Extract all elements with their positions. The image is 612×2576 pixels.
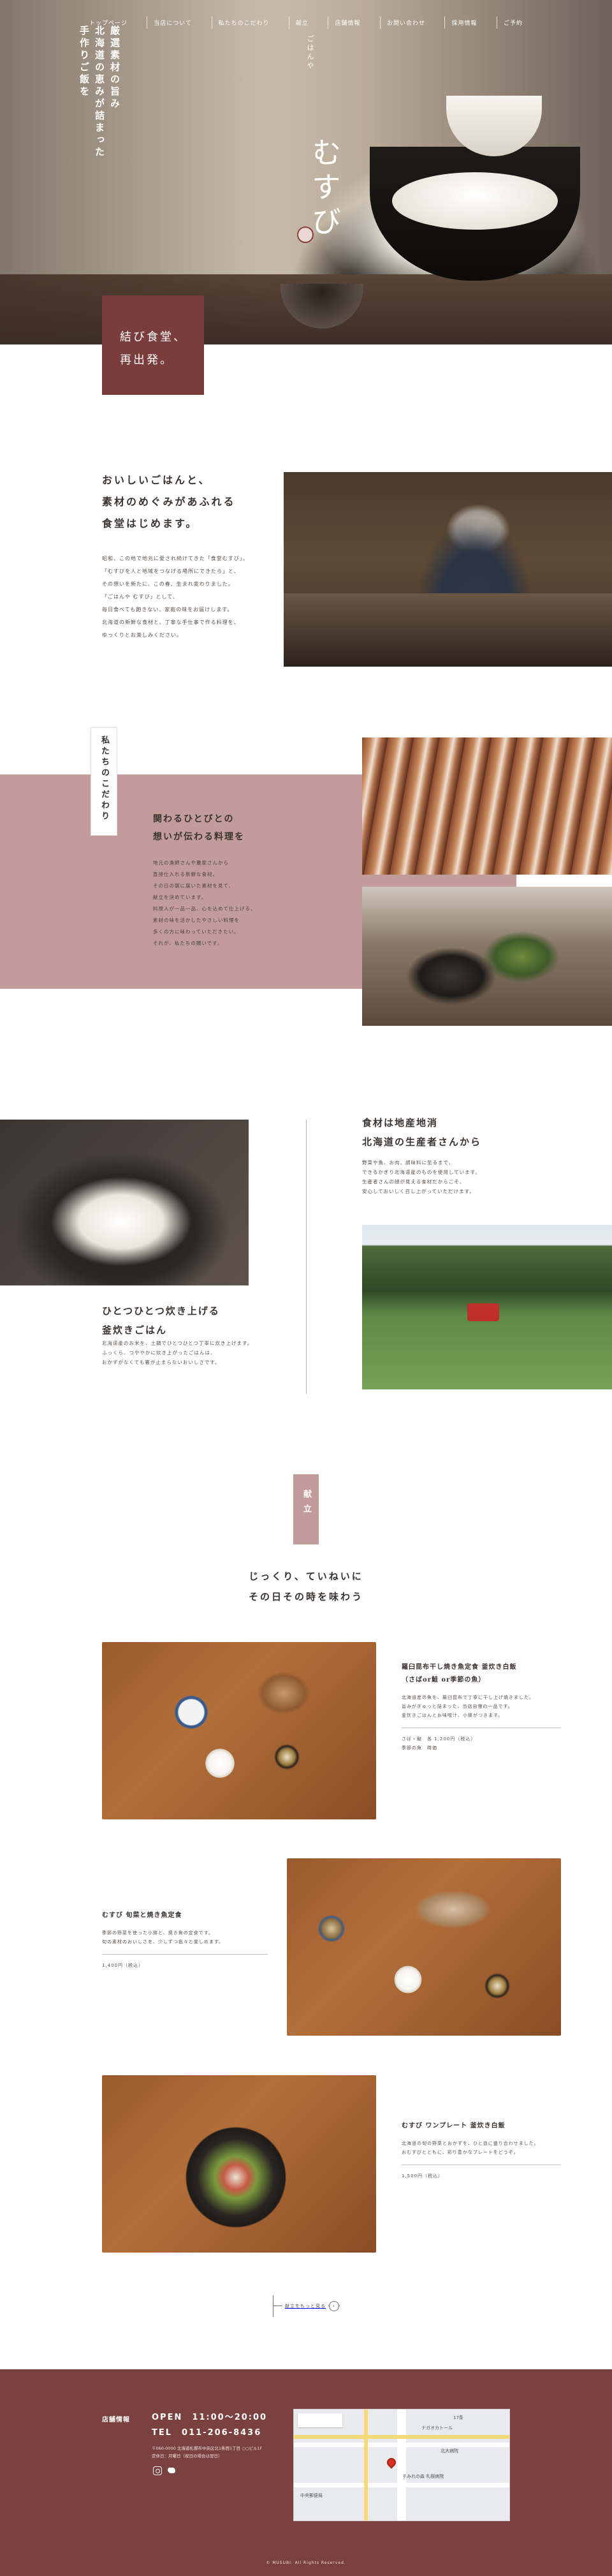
nav-item-shop[interactable]: 店舗情報	[328, 16, 367, 29]
twitter-icon[interactable]	[167, 2466, 176, 2475]
logo-furigana: ごはんや	[306, 35, 314, 71]
menu-name: むすび 旬菜と焼き魚定食	[102, 1912, 182, 1919]
menu-photo-2	[287, 1858, 561, 2036]
kondate-section-label: 献立	[293, 1474, 319, 1544]
more-menu-label: 献立をもっと見る	[282, 2303, 328, 2309]
nav-item-kodawari[interactable]: 私たちのこだわり	[211, 16, 276, 29]
nav-item-contact[interactable]: お問い合わせ	[379, 16, 432, 29]
footer-title: 店舗情報	[102, 2417, 130, 2424]
kodawari-title: 関わるひとびとの 想いが伝わる料理を	[153, 814, 245, 842]
menu-item-1: 羅臼昆布干し焼き魚定食 釜炊き白飯 （さばor鮭 or季節の魚） 北海道産の魚を…	[402, 1661, 561, 1752]
map-label: 中央郵便局	[300, 2493, 323, 2498]
menu-price: 1,500円（税込）	[402, 2173, 444, 2179]
menu-description: 季節の野菜を使った小鉢と、焼き魚の定食です。 旬の素材のおいしさを、少しずつ色々…	[102, 1930, 224, 1944]
kondate-lead: じっくり、ていねいに その日その時を味わう	[248, 1571, 363, 1603]
menu-item-3: むすび ワンプレート 釜炊き白飯 北海道の旬の野菜とおかずを、ひと皿に盛り合わせ…	[402, 2120, 561, 2180]
menu-description: 北海道の旬の野菜とおかずを、ひと皿に盛り合わせました。 おむすびとともに、彩り豊…	[402, 2141, 539, 2155]
local-body: 野菜や魚、お肉、調味料に至るまで、 できるかぎり北海道産のものを使用しています。…	[362, 1160, 481, 1194]
intro-body: 昭和、この地で地元に愛され続けてきた「食堂むすび」。 「むすびを人と地域をつなげ…	[102, 556, 249, 638]
global-nav: トップページ 当店について 私たちのこだわり 献立 店舗情報 お問い合わせ 採用…	[83, 15, 529, 29]
footer: 店舗情報 OPEN 11:00〜20:00 TEL 011-206-8436 〒…	[0, 2369, 612, 2576]
donabe-title: ひとつひとつ炊き上げる 釜炊きごはん	[102, 1305, 220, 1336]
menu-divider	[102, 1954, 268, 1955]
map-label: ナガオカトール	[421, 2425, 453, 2431]
menu-photo-3	[102, 2075, 376, 2253]
kodawari-section-label: 私たちのこだわり	[91, 727, 117, 836]
kitchen-photo	[284, 472, 612, 667]
map-road	[294, 2435, 509, 2439]
logo-mark-icon	[297, 226, 314, 243]
arrow-right-icon: ›	[329, 2301, 339, 2311]
donabe-rice-photo	[0, 1120, 249, 1285]
site-logo[interactable]: ごはんや むすび	[295, 35, 358, 246]
menu-name: むすび ワンプレート 釜炊き白飯	[402, 2122, 506, 2129]
kodawari-body: 地元の漁師さんや農家さんから 直接仕入れる新鮮な食材。 その日の朝に届いた素材を…	[153, 860, 256, 946]
social-links	[153, 2466, 176, 2475]
dried-fish-photo	[362, 737, 612, 875]
section-divider	[306, 1120, 307, 1394]
logo-name: むすび	[307, 137, 342, 241]
menu-price: さば・鮭 各 1,200円（税込） 季節の魚 時価	[402, 1736, 476, 1751]
footer-address: 〒060-0000 北海道札幌市中央区北1条西1丁目 ○○ビル1F 定休日：月曜…	[152, 2446, 263, 2459]
menu-name: 羅臼昆布干し焼き魚定食 釜炊き白飯 （さばor鮭 or季節の魚）	[402, 1664, 517, 1684]
donabe-body: 北海道産のお米を、土鍋でひとつひとつ丁寧に炊き上げます。 ふっくら、つややかに炊…	[102, 1340, 253, 1365]
footer-hours: OPEN 11:00〜20:00	[152, 2413, 268, 2422]
menu-photo-1	[102, 1642, 376, 1819]
nav-item-kondate[interactable]: 献立	[288, 16, 315, 29]
menu-item-2: むすび 旬菜と焼き魚定食 季節の野菜を使った小鉢と、焼き魚の定食です。 旬の素材…	[102, 1909, 268, 1970]
more-menu-button[interactable]: 献立をもっと見る ›	[273, 2295, 340, 2317]
map-label: 17条	[453, 2415, 463, 2420]
nav-item-about[interactable]: 当店について	[147, 16, 198, 29]
map-pin-icon[interactable]	[385, 2456, 398, 2469]
hero-tagline: 結び食堂、 再出発。	[102, 295, 204, 395]
map-label: 北大病院	[441, 2448, 458, 2454]
hero-catchcopy: 厳選素材の旨み 北海道の恵みが詰まった 手作りご飯を	[78, 26, 120, 159]
hero-section: トップページ 当店について 私たちのこだわり 献立 店舗情報 お問い合わせ 採用…	[0, 0, 612, 344]
menu-price: 1,400円（税込）	[102, 1963, 144, 1968]
copyright: © MUSUBI. All Rights Reserved.	[266, 2561, 346, 2565]
cooking-table-photo	[362, 887, 612, 1026]
footer-tel[interactable]: TEL 011-206-8436	[152, 2425, 261, 2438]
nav-item-reserve[interactable]: ご予約	[496, 16, 529, 29]
google-map[interactable]: 17条 ナガオカトール 北大病院 中央郵便局 すみれの森 札幌病院	[293, 2409, 510, 2521]
menu-description: 北海道産の魚を、羅臼昆布で丁寧に干し上げ焼きました。 旨みがぎゅっと詰まった、当…	[402, 1695, 534, 1718]
nav-item-recruit[interactable]: 採用情報	[444, 16, 483, 29]
instagram-icon[interactable]	[153, 2466, 162, 2475]
map-label: すみれの森 札幌病院	[402, 2474, 444, 2479]
intro-title: おいしいごはんと、 素材のめぐみがあふれる 食堂はじめます。	[102, 474, 236, 529]
map-info-card[interactable]	[298, 2413, 342, 2427]
map-road	[364, 2409, 368, 2520]
local-title: 食材は地産地消 北海道の生産者さんから	[362, 1117, 482, 1148]
farm-field-photo	[362, 1225, 612, 1389]
